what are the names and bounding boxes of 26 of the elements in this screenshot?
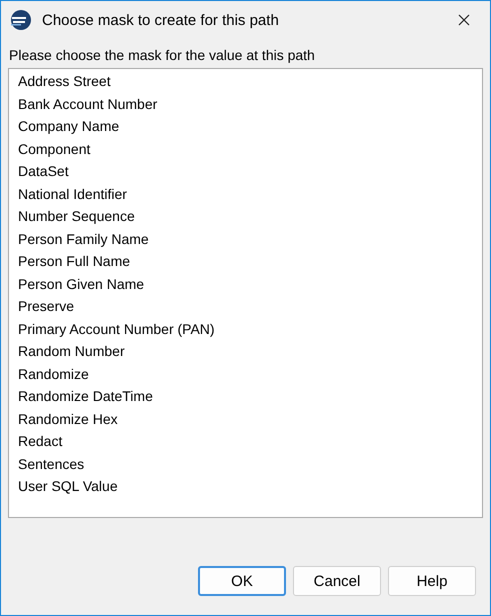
- list-item[interactable]: Component: [9, 138, 482, 160]
- close-icon: [458, 14, 470, 26]
- list-item[interactable]: Redact: [9, 430, 482, 452]
- list-item[interactable]: Random Number: [9, 340, 482, 362]
- window-title: Choose mask to create for this path: [42, 12, 280, 28]
- list-item[interactable]: Address Street: [9, 70, 482, 92]
- list-item[interactable]: National Identifier: [9, 182, 482, 205]
- app-icon: [10, 9, 32, 31]
- list-item[interactable]: Randomize: [9, 362, 482, 385]
- list-item[interactable]: Preserve: [9, 295, 482, 318]
- list-item[interactable]: Person Full Name: [9, 250, 482, 272]
- list-item[interactable]: User SQL Value: [9, 475, 482, 498]
- dialog-button[interactable]: Cancel: [293, 566, 381, 596]
- list-item[interactable]: Number Sequence: [9, 205, 482, 228]
- list-item[interactable]: Person Given Name: [9, 272, 482, 295]
- dialog-button[interactable]: OK: [198, 566, 286, 596]
- list-item[interactable]: Bank Account Number: [9, 92, 482, 115]
- list-item[interactable]: Sentences: [9, 452, 482, 475]
- list-item[interactable]: Primary Account Number (PAN): [9, 318, 482, 340]
- dialog-button[interactable]: Help: [388, 566, 476, 596]
- list-item[interactable]: DataSet: [9, 160, 482, 182]
- list-item[interactable]: Company Name: [9, 115, 482, 138]
- list-item[interactable]: Randomize Hex: [9, 408, 482, 430]
- list-item[interactable]: Person Family Name: [9, 228, 482, 250]
- instruction-text: Please choose the mask for the value at this path: [8, 46, 316, 65]
- list-item[interactable]: Randomize DateTime: [9, 385, 482, 408]
